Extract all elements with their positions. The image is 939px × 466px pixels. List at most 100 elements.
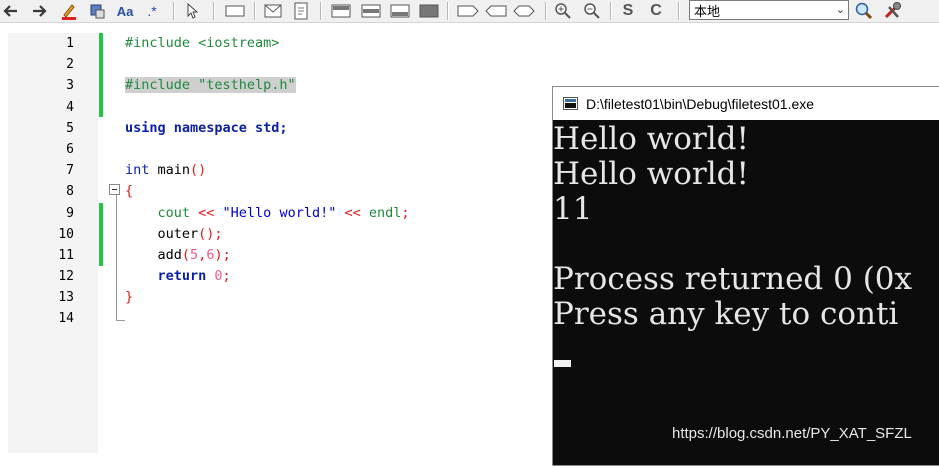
code-line: int main() bbox=[125, 160, 410, 181]
code-line: #include <iostream> bbox=[125, 33, 410, 54]
code-token: #include <iostream> bbox=[125, 35, 280, 51]
line-number: 13 bbox=[58, 290, 74, 306]
code-line: return 0; bbox=[125, 266, 410, 287]
line-number: 8 bbox=[66, 184, 74, 200]
scope-select-value: 本地 bbox=[694, 3, 721, 19]
code-token: } bbox=[125, 289, 134, 306]
toolbar-separator bbox=[678, 2, 679, 20]
panel-middle-icon[interactable] bbox=[360, 2, 382, 20]
code-line: cout << "Hello world!" << endl; bbox=[125, 203, 410, 224]
toolbar-separator bbox=[320, 2, 321, 20]
line-number: 9 bbox=[66, 205, 74, 221]
code-token: { bbox=[125, 183, 134, 200]
change-marker bbox=[99, 203, 103, 266]
line-number: 7 bbox=[66, 163, 74, 179]
code-line: using namespace std; bbox=[125, 118, 410, 139]
code-area[interactable]: #include <iostream> #include "testhelp.h… bbox=[125, 33, 410, 330]
chevron-down-icon: ⌄ bbox=[835, 4, 845, 16]
code-token: using namespace bbox=[125, 119, 247, 136]
search-icon[interactable] bbox=[853, 2, 875, 20]
change-marker bbox=[99, 33, 103, 117]
document-icon[interactable] bbox=[291, 2, 311, 20]
code-line: { bbox=[125, 181, 410, 202]
code-token: 0 bbox=[206, 268, 223, 285]
line-number: 10 bbox=[58, 226, 74, 242]
console-title-bar[interactable]: D:\filetest01\bin\Debug\filetest01.exe bbox=[553, 87, 939, 120]
console-output-line: 11 bbox=[553, 191, 593, 227]
envelope-icon[interactable] bbox=[263, 2, 283, 20]
code-token: endl bbox=[368, 204, 402, 221]
select-cursor-icon[interactable] bbox=[183, 2, 201, 20]
highlight-pen-icon[interactable] bbox=[59, 2, 79, 20]
line-number: 11 bbox=[58, 247, 74, 263]
code-line: add(5,6); bbox=[125, 245, 410, 266]
toolbar-separator bbox=[173, 2, 174, 20]
panel-top-icon[interactable] bbox=[330, 2, 352, 20]
toolbar: Aa .* S C 本地 ⌄ bbox=[0, 0, 939, 23]
code-line: } bbox=[125, 287, 410, 308]
console-app-icon bbox=[563, 97, 578, 110]
code-token: add bbox=[125, 246, 182, 263]
code-token: #include "testhelp.h" bbox=[125, 77, 296, 94]
code-token: (); bbox=[198, 225, 223, 242]
code-token: cout bbox=[125, 204, 191, 221]
scope-select[interactable]: 本地 ⌄ bbox=[689, 0, 849, 20]
toolbar-separator bbox=[447, 2, 448, 20]
fold-guide-end bbox=[116, 320, 125, 321]
line-number: 14 bbox=[58, 311, 74, 327]
code-token: ; bbox=[401, 204, 410, 221]
console-output-line: Process returned 0 (0x bbox=[553, 261, 913, 297]
code-token: ( bbox=[181, 246, 191, 263]
code-token: std; bbox=[246, 119, 288, 136]
panel-bottom-icon[interactable] bbox=[389, 2, 411, 20]
regex-icon[interactable]: .* bbox=[143, 2, 161, 20]
console-output: Hello world! Hello world! 11 Process ret… bbox=[553, 122, 912, 332]
forward-arrow-icon[interactable] bbox=[30, 2, 48, 20]
font-icon[interactable]: Aa bbox=[114, 2, 136, 20]
line-numbers: 1 2 3 4 5 6 7 8 9 10 11 12 13 14 bbox=[8, 33, 74, 330]
line-number: 4 bbox=[66, 99, 74, 115]
tag-left-icon[interactable] bbox=[484, 2, 508, 20]
code-token: ; bbox=[222, 268, 231, 285]
line-number: 5 bbox=[66, 120, 74, 136]
rectangle-icon[interactable] bbox=[224, 2, 246, 20]
code-token: << bbox=[190, 204, 223, 221]
code-line: outer(); bbox=[125, 224, 410, 245]
c-letter-icon[interactable]: C bbox=[647, 2, 665, 20]
toolbar-separator bbox=[610, 2, 611, 20]
code-token: ); bbox=[214, 246, 231, 263]
code-line: #include "testhelp.h" bbox=[125, 75, 410, 96]
line-number: 1 bbox=[66, 36, 74, 51]
tag-both-icon[interactable] bbox=[512, 2, 536, 20]
code-token: outer bbox=[125, 225, 199, 242]
panel-full-icon[interactable] bbox=[418, 2, 440, 20]
watermark: https://blog.csdn.net/PY_XAT_SFZL bbox=[672, 425, 912, 442]
toolbar-separator bbox=[254, 2, 255, 20]
strikethrough-s-icon[interactable]: S bbox=[619, 2, 637, 20]
fold-collapse-icon[interactable] bbox=[109, 184, 120, 195]
console-output-line: Press any key to conti bbox=[553, 296, 899, 332]
code-token: 5 bbox=[190, 246, 199, 263]
code-token: "Hello world!" bbox=[222, 204, 337, 221]
stamp-icon[interactable] bbox=[87, 2, 107, 20]
code-token: return bbox=[125, 268, 207, 285]
console-window[interactable]: D:\filetest01\bin\Debug\filetest01.exe H… bbox=[552, 86, 939, 466]
zoom-in-icon[interactable] bbox=[553, 2, 573, 20]
code-token: int bbox=[125, 162, 150, 179]
code-token: << bbox=[336, 204, 369, 221]
tools-icon[interactable] bbox=[882, 2, 904, 20]
line-number: 12 bbox=[58, 269, 74, 285]
toolbar-separator bbox=[213, 2, 214, 20]
zoom-out-icon[interactable] bbox=[582, 2, 602, 20]
tag-right-icon[interactable] bbox=[456, 2, 480, 20]
back-arrow-icon[interactable] bbox=[2, 2, 20, 20]
line-number: 3 bbox=[66, 78, 74, 94]
console-title: D:\filetest01\bin\Debug\filetest01.exe bbox=[586, 95, 815, 112]
line-number: 2 bbox=[66, 57, 74, 73]
line-number: 6 bbox=[66, 141, 74, 157]
